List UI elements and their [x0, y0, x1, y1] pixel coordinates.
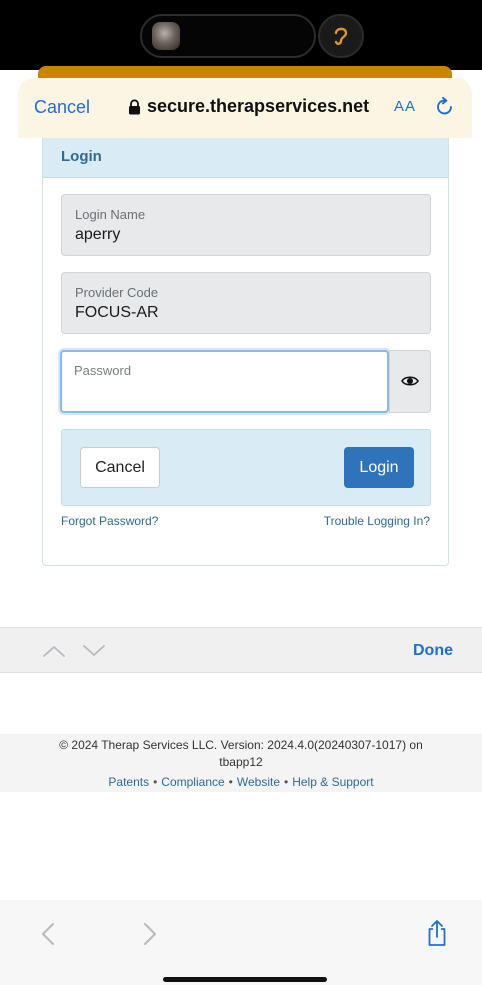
dynamic-island — [140, 14, 316, 58]
chevron-down-icon[interactable] — [82, 644, 106, 658]
text-size-button[interactable]: AA — [394, 98, 416, 115]
reload-icon[interactable] — [434, 96, 456, 118]
page-footer: © 2024 Therap Services LLC. Version: 202… — [0, 734, 482, 792]
login-button[interactable]: Login — [344, 447, 414, 488]
lock-icon — [129, 98, 140, 114]
copyright-line-2: tbapp12 — [219, 755, 263, 769]
browser-header: Cancel secure.therapservices.net AA — [18, 78, 472, 138]
eye-icon — [401, 376, 419, 386]
now-playing-thumbnail — [152, 22, 180, 50]
footer-separator: • — [284, 775, 289, 789]
footer-links: Patents • Compliance • Website • Help & Suppor… — [0, 775, 482, 789]
forgot-password-link[interactable]: Forgot Password? — [61, 514, 158, 528]
hearing-live-activity — [318, 14, 364, 58]
login-card-header: Login — [43, 138, 448, 178]
provider-code-label: Provider Code — [75, 285, 159, 300]
browser-toolbar — [0, 900, 482, 985]
provider-code-field[interactable]: Provider Code FOCUS-AR — [61, 272, 431, 334]
footer-separator: • — [153, 775, 158, 789]
trouble-logging-in-link[interactable]: Trouble Logging In? — [324, 514, 430, 528]
url-text: secure.therapservices.net — [147, 96, 370, 116]
done-button[interactable]: Done — [413, 642, 453, 660]
keyboard-accessory-bar: Done — [0, 627, 482, 673]
url-bar[interactable]: secure.therapservices.net — [128, 96, 369, 117]
show-password-button[interactable] — [389, 350, 431, 413]
copyright-line-1: © 2024 Therap Services LLC. Version: 202… — [59, 738, 423, 752]
screen: Cancel secure.therapservices.net AA Logi… — [0, 0, 482, 985]
status-bar — [0, 0, 482, 70]
action-panel: Cancel Login — [61, 429, 431, 506]
provider-code-value: FOCUS-AR — [75, 304, 159, 321]
chevron-up-icon[interactable] — [42, 644, 66, 658]
footer-separator: • — [228, 775, 233, 789]
chevron-right-icon[interactable] — [138, 921, 160, 947]
text-size-label: AA — [394, 98, 417, 115]
password-field[interactable]: Password — [60, 350, 389, 413]
login-name-value: aperry — [75, 226, 121, 243]
password-placeholder: Password — [74, 363, 132, 378]
ear-icon — [334, 27, 348, 45]
chevron-left-icon[interactable] — [38, 921, 60, 947]
login-name-label: Login Name — [75, 207, 146, 222]
share-icon[interactable] — [425, 919, 449, 947]
compliance-link[interactable]: Compliance — [161, 775, 224, 789]
help-support-link[interactable]: Help & Support — [292, 775, 373, 789]
patents-link[interactable]: Patents — [108, 775, 149, 789]
website-link[interactable]: Website — [237, 775, 280, 789]
home-indicator — [163, 977, 327, 982]
browser-cancel-button[interactable]: Cancel — [34, 97, 90, 118]
cancel-button[interactable]: Cancel — [80, 447, 160, 488]
login-name-field[interactable]: Login Name aperry — [61, 194, 431, 256]
login-title: Login — [61, 148, 102, 165]
login-card: Login Login Name aperry Provider Code FO… — [42, 138, 449, 566]
